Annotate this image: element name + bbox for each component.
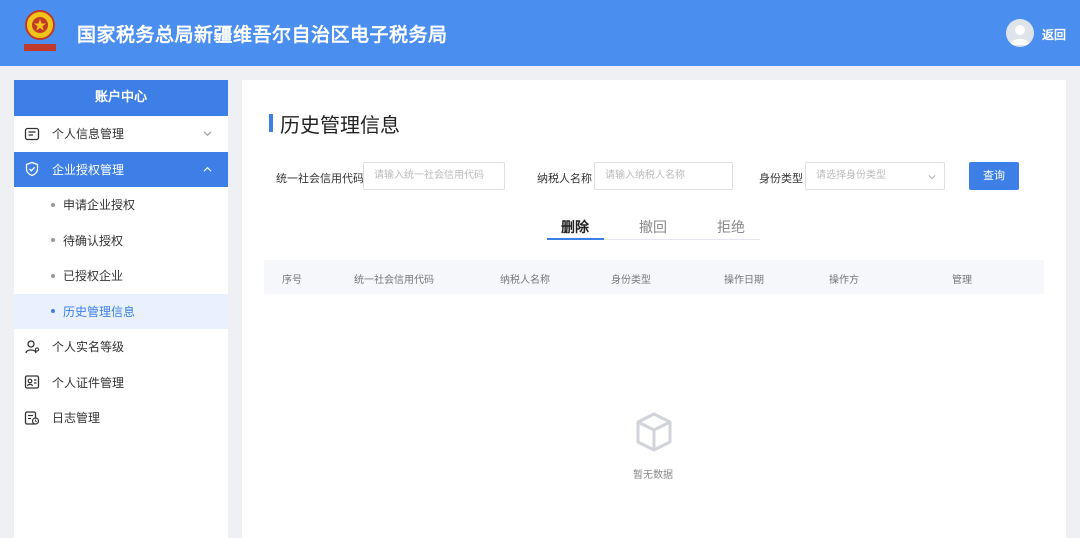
- bullet-dot: [51, 202, 55, 207]
- taxpayer-name-input[interactable]: 请输入纳税人名称: [594, 162, 733, 190]
- back-button[interactable]: 返回: [1042, 26, 1066, 43]
- sidebar-subitem-label: 历史管理信息: [63, 304, 136, 319]
- id-card-icon: [24, 375, 40, 389]
- main-panel: 历史管理信息 统一社会信用代码 请输入统一社会信用代码 纳税人名称 请输入纳税人…: [242, 80, 1066, 538]
- sidebar-subitem-history[interactable]: 历史管理信息: [14, 293, 228, 329]
- active-tab-indicator: [547, 238, 604, 240]
- sidebar-subitem-label: 申请企业授权: [63, 198, 136, 213]
- column-header: 纳税人名称: [500, 275, 550, 286]
- credit-code-label: 统一社会信用代码: [276, 172, 364, 185]
- column-header: 统一社会信用代码: [354, 275, 434, 286]
- sidebar-subitem-apply-auth[interactable]: 申请企业授权: [14, 187, 228, 223]
- title-accent-bar: [269, 114, 273, 132]
- sidebar-item-realname-level[interactable]: 个人实名等级: [14, 329, 228, 365]
- site-title: 国家税务总局新疆维吾尔自治区电子税务局: [77, 24, 448, 46]
- sidebar-header: 账户中心: [14, 80, 228, 116]
- sidebar-item-logs[interactable]: 日志管理: [14, 400, 228, 436]
- page-title: 历史管理信息: [280, 113, 400, 137]
- user-level-icon: [25, 340, 40, 353]
- table-header: 序号 统一社会信用代码 纳税人名称 身份类型 操作日期 操作方 管理: [264, 260, 1044, 294]
- sidebar-item-label: 企业授权管理: [52, 162, 125, 177]
- bullet-dot: [51, 309, 55, 314]
- profile-card-icon: [24, 127, 40, 140]
- column-header: 序号: [282, 275, 302, 286]
- tab-delete[interactable]: 删除: [561, 217, 589, 237]
- log-icon: [24, 411, 40, 425]
- empty-box-icon: [636, 412, 672, 452]
- authorize-check-icon: [25, 162, 39, 177]
- sidebar-subitem-label: 已授权企业: [63, 269, 124, 284]
- sidebar-item-id-docs[interactable]: 个人证件管理: [14, 365, 228, 401]
- sidebar-item-label: 个人实名等级: [52, 340, 125, 355]
- sidebar-item-label: 个人信息管理: [52, 127, 125, 142]
- column-header: 管理: [952, 275, 972, 286]
- emblem-logo-icon: [24, 10, 56, 51]
- column-header: 身份类型: [611, 275, 651, 286]
- sidebar-item-label: 日志管理: [52, 411, 101, 426]
- sidebar-item-personal-info[interactable]: 个人信息管理: [14, 116, 228, 152]
- identity-type-select[interactable]: 请选择身份类型: [805, 162, 945, 190]
- sidebar-subitem-pending-auth[interactable]: 待确认授权: [14, 223, 228, 259]
- tab-reject[interactable]: 拒绝: [717, 217, 745, 237]
- identity-type-label: 身份类型: [759, 172, 803, 185]
- sidebar-item-label: 个人证件管理: [52, 375, 125, 390]
- bullet-dot: [51, 238, 55, 243]
- sidebar-item-enterprise-auth[interactable]: 企业授权管理: [14, 151, 228, 187]
- chevron-down-icon: [203, 131, 212, 137]
- user-avatar-icon: [1010, 25, 1030, 45]
- credit-code-input[interactable]: 请输入统一社会信用代码: [363, 162, 505, 190]
- column-header: 操作方: [829, 275, 859, 286]
- chevron-down-icon: [928, 175, 936, 180]
- empty-state-text: 暂无数据: [633, 470, 673, 481]
- top-bar: 国家税务总局新疆维吾尔自治区电子税务局 返回: [0, 0, 1080, 66]
- chevron-up-icon: [203, 166, 212, 172]
- sidebar: 账户中心 个人信息管理 企业授权管理 申请企业授权 待确认授权 已授权企业 历史…: [14, 80, 228, 538]
- tab-withdraw[interactable]: 撤回: [639, 217, 667, 237]
- avatar[interactable]: [1006, 19, 1034, 47]
- bullet-dot: [51, 273, 55, 278]
- taxpayer-name-label: 纳税人名称: [537, 172, 592, 185]
- identity-type-placeholder: 请选择身份类型: [816, 170, 886, 181]
- column-header: 操作日期: [724, 275, 764, 286]
- sidebar-subitem-label: 待确认授权: [63, 233, 124, 248]
- sidebar-subitem-authorized[interactable]: 已授权企业: [14, 258, 228, 294]
- query-button[interactable]: 查询: [969, 162, 1019, 190]
